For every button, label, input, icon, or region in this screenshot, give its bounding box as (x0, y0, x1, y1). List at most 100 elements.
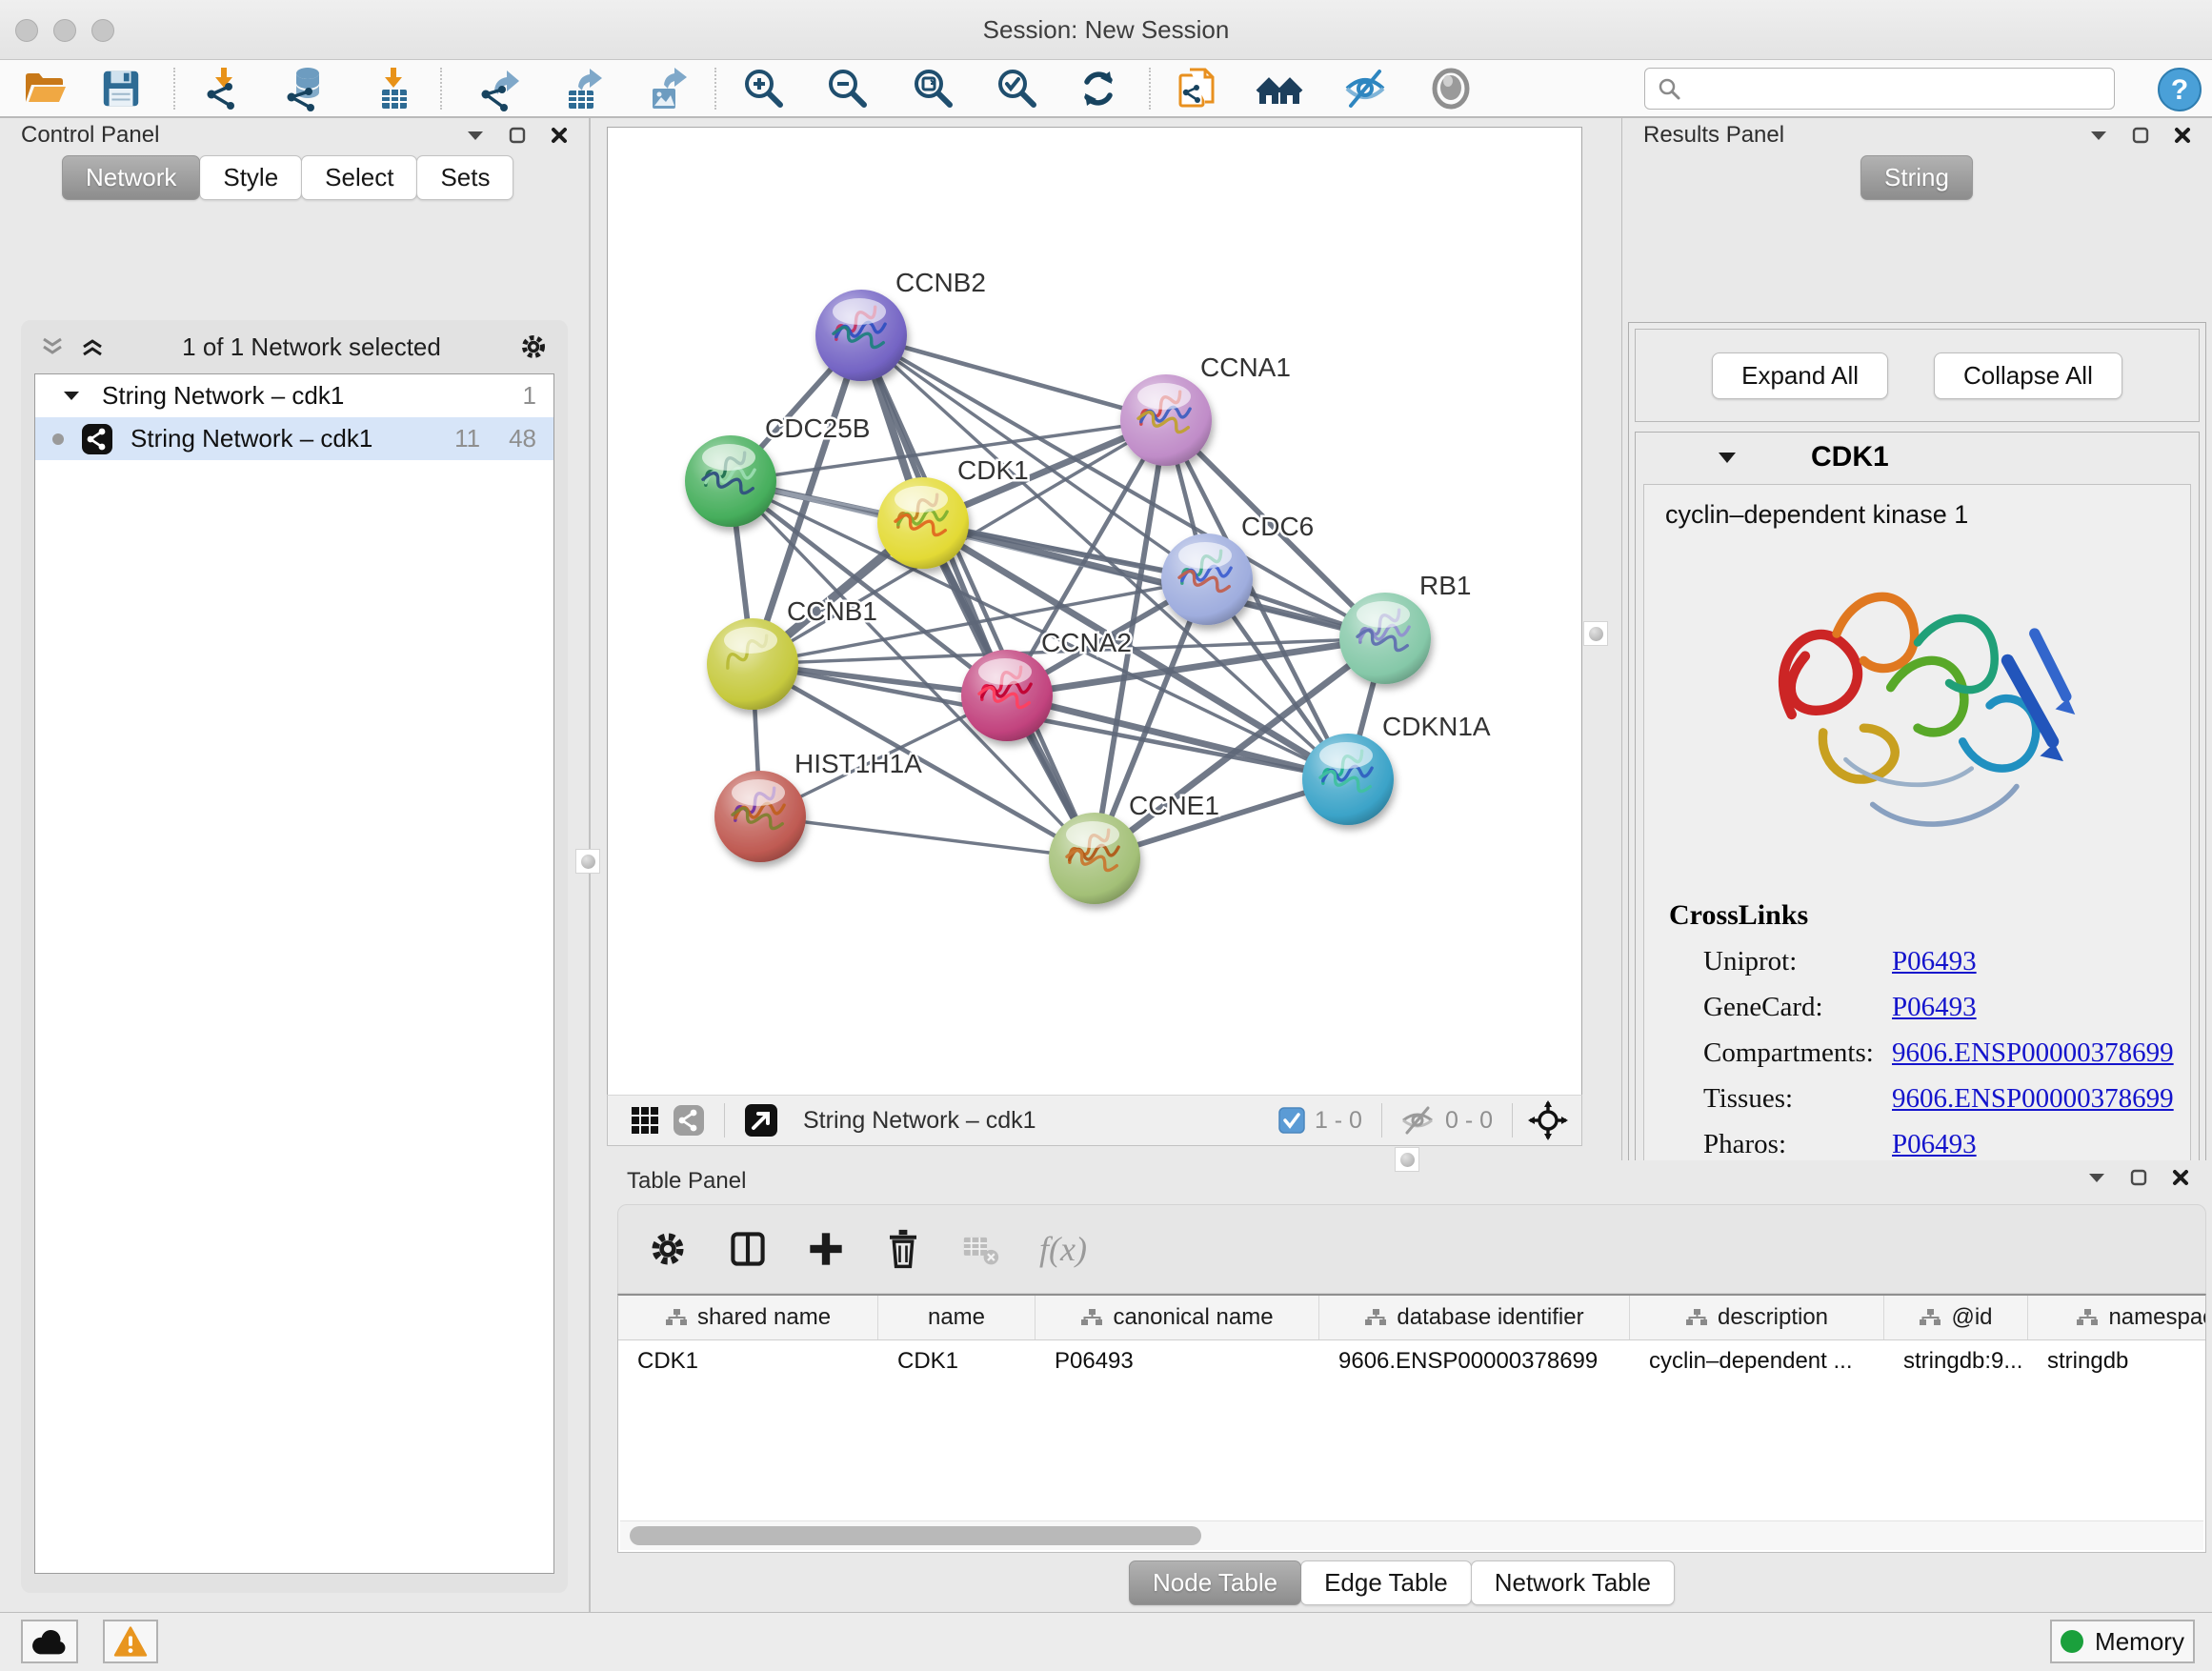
refresh-icon[interactable] (1075, 65, 1122, 112)
delete-column-icon[interactable] (883, 1228, 923, 1270)
network-view-canvas[interactable]: CCNB2CCNA1CDC25BCDK1CDC6RB1CCNB1CCNA2CDK… (607, 127, 1582, 1096)
collapse-panel-icon[interactable] (467, 130, 484, 141)
section-collapse-icon[interactable] (1718, 452, 1737, 464)
scrollbar-thumb[interactable] (630, 1526, 1201, 1545)
protein-section-header[interactable]: CDK1 (1636, 433, 2199, 482)
network-options-gear-icon[interactable] (518, 332, 549, 362)
selected-nodes-checkbox-icon[interactable] (1278, 1107, 1305, 1134)
memory-button[interactable]: Memory (2050, 1620, 2195, 1663)
table-gear-icon[interactable] (647, 1228, 689, 1270)
zoom-out-icon[interactable] (823, 65, 871, 112)
crosslink-link[interactable]: 9606.ENSP00000378699 (1892, 1083, 2174, 1115)
export-table-icon[interactable] (558, 65, 606, 112)
import-network-database-icon[interactable] (282, 65, 330, 112)
crosslink-link[interactable]: 9606.ENSP00000378699 (1892, 1037, 2174, 1069)
export-network-icon[interactable] (474, 65, 522, 112)
close-panel-icon[interactable] (2174, 127, 2191, 144)
table-cell[interactable]: 9606.ENSP00000378699 (1319, 1348, 1630, 1375)
birds-eye-icon[interactable] (1427, 65, 1475, 112)
collapse-panel-icon[interactable] (2088, 1172, 2105, 1183)
detach-view-icon[interactable] (744, 1103, 778, 1137)
network-node-RB1[interactable] (1339, 593, 1431, 684)
tab-string[interactable]: String (1860, 155, 1973, 200)
maximize-window-icon[interactable] (91, 19, 114, 42)
zoom-fit-icon[interactable] (909, 65, 956, 112)
import-network-file-icon[interactable] (198, 65, 246, 112)
collapse-all-button[interactable]: Collapse All (1934, 352, 2122, 399)
save-session-icon[interactable] (97, 65, 145, 112)
network-collection-row[interactable]: String Network – cdk1 1 (35, 374, 553, 417)
search-input[interactable] (1689, 74, 2114, 103)
close-panel-icon[interactable] (551, 127, 568, 144)
table-cell[interactable]: stringdb (2028, 1348, 2206, 1375)
column-header-name[interactable]: name (878, 1296, 1036, 1339)
network-edge-HIST1H1A-CCNE1[interactable] (760, 816, 1095, 858)
float-panel-icon[interactable] (2132, 127, 2149, 144)
network-edge-CCNB2-CCNE1[interactable] (861, 335, 1095, 858)
zoom-in-icon[interactable] (739, 65, 787, 112)
network-node-CDC6[interactable] (1161, 534, 1253, 625)
network-birdseye-icon[interactable] (673, 1104, 705, 1137)
tab-sets[interactable]: Sets (416, 155, 513, 200)
network-node-CCNB1[interactable] (707, 618, 798, 710)
create-column-icon[interactable] (807, 1230, 845, 1268)
tab-select[interactable]: Select (301, 155, 417, 200)
right-splitter-handle[interactable] (1583, 621, 1608, 646)
tab-node-table[interactable]: Node Table (1129, 1560, 1301, 1605)
network-node-CCNA2[interactable] (961, 650, 1053, 741)
hide-unhide-eye-icon[interactable] (1341, 65, 1389, 112)
bottom-splitter-handle[interactable] (1395, 1147, 1419, 1172)
collapse-panel-icon[interactable] (2090, 130, 2107, 141)
table-row[interactable]: CDK1CDK1P064939606.ENSP00000378699cyclin… (618, 1340, 2205, 1382)
grid-view-icon[interactable] (631, 1106, 659, 1135)
expand-all-button[interactable]: Expand All (1712, 352, 1888, 399)
close-panel-icon[interactable] (2172, 1169, 2189, 1186)
network-node-CDK1[interactable] (877, 477, 969, 569)
close-window-icon[interactable] (15, 19, 38, 42)
column-header-namespace[interactable]: namespace (2028, 1296, 2206, 1339)
copy-network-icon[interactable] (1174, 65, 1221, 112)
column-header-description[interactable]: description (1630, 1296, 1884, 1339)
column-header-shared-name[interactable]: shared name (618, 1296, 878, 1339)
table-cell[interactable]: cyclin–dependent ... (1630, 1348, 1884, 1375)
fit-content-crosshair-icon[interactable] (1528, 1100, 1568, 1140)
import-table-file-icon[interactable] (370, 65, 417, 112)
help-button[interactable]: ? (2157, 67, 2202, 112)
float-panel-icon[interactable] (2130, 1169, 2147, 1186)
collapse-all-networks-icon[interactable] (80, 337, 105, 356)
cloud-button[interactable] (21, 1620, 78, 1663)
tab-edge-table[interactable]: Edge Table (1300, 1560, 1472, 1605)
minimize-window-icon[interactable] (53, 19, 76, 42)
tree-expand-icon[interactable] (64, 391, 79, 401)
crosslink-link[interactable]: P06493 (1892, 946, 1977, 977)
table-cell[interactable]: P06493 (1036, 1348, 1319, 1375)
column-header-database-identifier[interactable]: database identifier (1319, 1296, 1630, 1339)
delete-table-icon[interactable] (961, 1231, 1001, 1267)
show-columns-icon[interactable] (727, 1228, 769, 1270)
zoom-selected-icon[interactable] (993, 65, 1040, 112)
column-header-canonical-name[interactable]: canonical name (1036, 1296, 1319, 1339)
network-node-CCNE1[interactable] (1049, 813, 1140, 904)
crosslink-link[interactable]: P06493 (1892, 1129, 1977, 1160)
tab-style[interactable]: Style (199, 155, 302, 200)
open-session-icon[interactable] (21, 65, 69, 112)
expand-all-networks-icon[interactable] (40, 337, 65, 356)
column-header--id[interactable]: @id (1884, 1296, 2028, 1339)
crosslink-link[interactable]: P06493 (1892, 992, 1977, 1023)
table-horizontal-scrollbar[interactable] (620, 1520, 2203, 1550)
warning-button[interactable] (103, 1620, 158, 1663)
network-node-CDC25B[interactable] (685, 435, 776, 527)
table-cell[interactable]: CDK1 (618, 1348, 878, 1375)
function-builder-icon[interactable]: f(x) (1039, 1229, 1087, 1269)
network-node-CCNA1[interactable] (1120, 374, 1212, 466)
network-row-selected[interactable]: String Network – cdk1 11 48 (35, 417, 553, 460)
float-panel-icon[interactable] (509, 127, 526, 144)
export-image-icon[interactable] (642, 65, 690, 112)
hidden-eye-icon[interactable] (1399, 1105, 1436, 1136)
network-node-CCNB2[interactable] (815, 290, 907, 381)
left-splitter-handle[interactable] (575, 849, 600, 874)
tab-network[interactable]: Network (62, 155, 200, 200)
table-cell[interactable]: stringdb:9... (1884, 1348, 2028, 1375)
network-node-CDKN1A[interactable] (1302, 734, 1394, 825)
network-node-HIST1H1A[interactable] (714, 771, 806, 862)
